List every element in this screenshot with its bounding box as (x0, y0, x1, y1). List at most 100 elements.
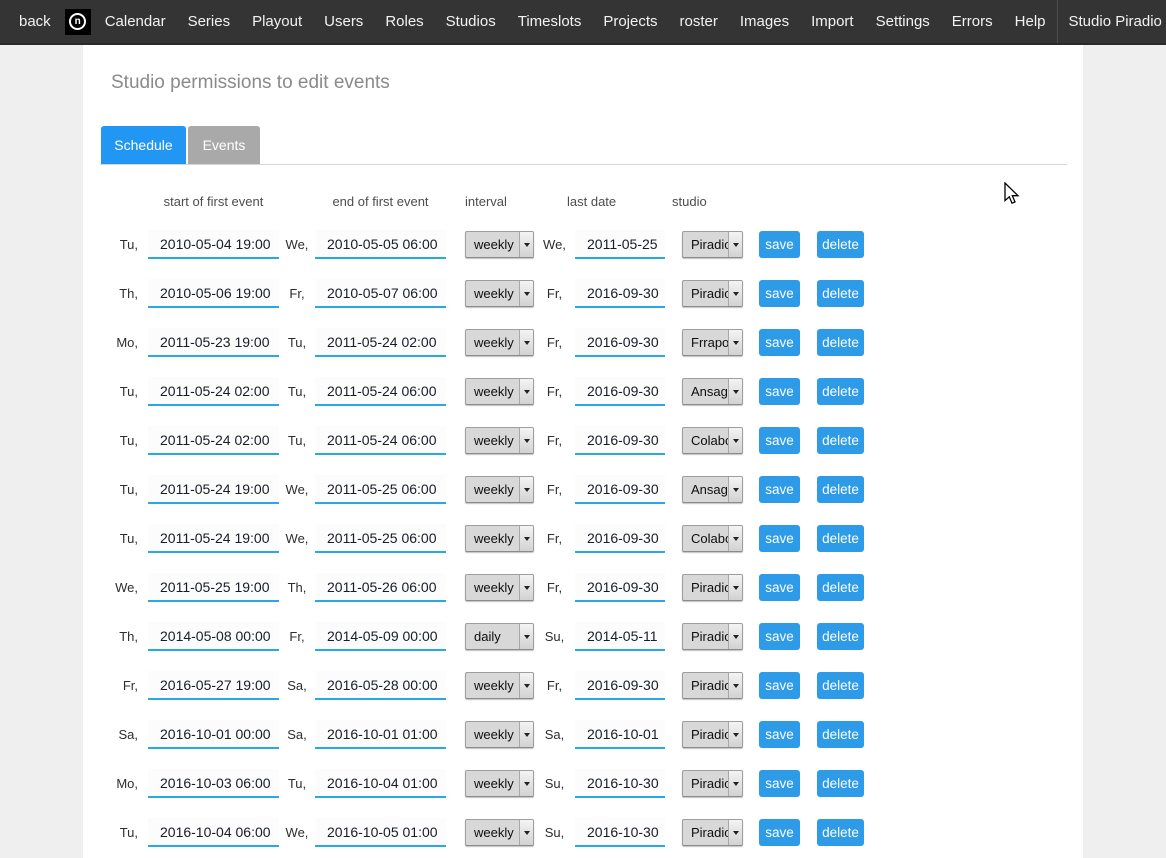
studio-select[interactable]: Piradio (682, 623, 743, 650)
studio-select[interactable]: Piradio (682, 770, 743, 797)
save-button[interactable]: save (759, 378, 800, 405)
last-date-input[interactable] (575, 671, 665, 700)
nav-item-series[interactable]: Series (177, 0, 242, 43)
end-of-first-event-input[interactable] (315, 475, 446, 504)
nav-item-projects[interactable]: Projects (592, 0, 668, 43)
save-button[interactable]: save (759, 574, 800, 601)
delete-button[interactable]: delete (817, 476, 864, 503)
nav-item-calendar[interactable]: Calendar (94, 0, 177, 43)
last-date-input[interactable] (575, 230, 665, 259)
delete-button[interactable]: delete (817, 427, 864, 454)
nav-item-timeslots[interactable]: Timeslots (507, 0, 593, 43)
studio-select[interactable]: Piradio (682, 672, 743, 699)
nav-item-images[interactable]: Images (729, 0, 800, 43)
interval-select[interactable]: weekly (465, 476, 534, 503)
start-of-first-event-input[interactable] (148, 818, 279, 847)
last-date-input[interactable] (575, 328, 665, 357)
last-date-input[interactable] (575, 818, 665, 847)
start-of-first-event-input[interactable] (148, 328, 279, 357)
start-of-first-event-input[interactable] (148, 720, 279, 749)
last-date-input[interactable] (575, 475, 665, 504)
nav-item-playout[interactable]: Playout (241, 0, 313, 43)
interval-select[interactable]: weekly (465, 672, 534, 699)
last-date-input[interactable] (575, 279, 665, 308)
save-button[interactable]: save (759, 280, 800, 307)
last-date-input[interactable] (575, 377, 665, 406)
interval-select[interactable]: weekly (465, 280, 534, 307)
interval-select[interactable]: weekly (465, 574, 534, 601)
delete-button[interactable]: delete (817, 623, 864, 650)
interval-select[interactable]: weekly (465, 525, 534, 552)
nav-item-users[interactable]: Users (313, 0, 374, 43)
delete-button[interactable]: delete (817, 574, 864, 601)
save-button[interactable]: save (759, 525, 800, 552)
end-of-first-event-input[interactable] (315, 426, 446, 455)
studio-select[interactable]: Piradio (682, 574, 743, 601)
start-of-first-event-input[interactable] (148, 279, 279, 308)
nav-item-roster[interactable]: roster (669, 0, 729, 43)
start-of-first-event-input[interactable] (148, 426, 279, 455)
delete-button[interactable]: delete (817, 819, 864, 846)
studio-select[interactable]: Colabo (682, 525, 743, 552)
delete-button[interactable]: delete (817, 378, 864, 405)
studio-select[interactable]: Piradio (682, 280, 743, 307)
studio-select[interactable]: Piradio (682, 819, 743, 846)
last-date-input[interactable] (575, 426, 665, 455)
delete-button[interactable]: delete (817, 525, 864, 552)
interval-select[interactable]: weekly (465, 427, 534, 454)
delete-button[interactable]: delete (817, 231, 864, 258)
save-button[interactable]: save (759, 476, 800, 503)
delete-button[interactable]: delete (817, 280, 864, 307)
start-of-first-event-input[interactable] (148, 769, 279, 798)
studio-select[interactable]: Colabo (682, 427, 743, 454)
nav-item-roles[interactable]: Roles (374, 0, 434, 43)
interval-select[interactable]: weekly (465, 378, 534, 405)
save-button[interactable]: save (759, 672, 800, 699)
save-button[interactable]: save (759, 819, 800, 846)
end-of-first-event-input[interactable] (315, 377, 446, 406)
save-button[interactable]: save (759, 623, 800, 650)
end-of-first-event-input[interactable] (315, 524, 446, 553)
interval-select[interactable]: weekly (465, 819, 534, 846)
end-of-first-event-input[interactable] (315, 818, 446, 847)
end-of-first-event-input[interactable] (315, 230, 446, 259)
end-of-first-event-input[interactable] (315, 328, 446, 357)
last-date-input[interactable] (575, 524, 665, 553)
save-button[interactable]: save (759, 427, 800, 454)
last-date-input[interactable] (575, 720, 665, 749)
nav-item-errors[interactable]: Errors (941, 0, 1004, 43)
start-of-first-event-input[interactable] (148, 671, 279, 700)
start-of-first-event-input[interactable] (148, 475, 279, 504)
start-of-first-event-input[interactable] (148, 524, 279, 553)
interval-select[interactable]: weekly (465, 329, 534, 356)
interval-select[interactable]: weekly (465, 721, 534, 748)
end-of-first-event-input[interactable] (315, 769, 446, 798)
nav-item-import[interactable]: Import (800, 0, 865, 43)
start-of-first-event-input[interactable] (148, 573, 279, 602)
studio-select[interactable]: Frrapo (682, 329, 743, 356)
save-button[interactable]: save (759, 770, 800, 797)
last-date-input[interactable] (575, 622, 665, 651)
interval-select[interactable]: weekly (465, 770, 534, 797)
save-button[interactable]: save (759, 721, 800, 748)
delete-button[interactable]: delete (817, 672, 864, 699)
interval-select[interactable]: weekly (465, 231, 534, 258)
delete-button[interactable]: delete (817, 721, 864, 748)
end-of-first-event-input[interactable] (315, 573, 446, 602)
delete-button[interactable]: delete (817, 770, 864, 797)
nav-item-studios[interactable]: Studios (435, 0, 507, 43)
interval-select[interactable]: daily (465, 623, 534, 650)
last-date-input[interactable] (575, 573, 665, 602)
end-of-first-event-input[interactable] (315, 720, 446, 749)
nav-item-settings[interactable]: Settings (865, 0, 941, 43)
start-of-first-event-input[interactable] (148, 230, 279, 259)
last-date-input[interactable] (575, 769, 665, 798)
save-button[interactable]: save (759, 329, 800, 356)
delete-button[interactable]: delete (817, 329, 864, 356)
end-of-first-event-input[interactable] (315, 671, 446, 700)
studio-select[interactable]: Ansage (682, 378, 743, 405)
studio-select[interactable]: Ansage (682, 476, 743, 503)
tab-schedule[interactable]: Schedule (101, 126, 186, 164)
studio-select[interactable]: Piradio (682, 721, 743, 748)
end-of-first-event-input[interactable] (315, 279, 446, 308)
